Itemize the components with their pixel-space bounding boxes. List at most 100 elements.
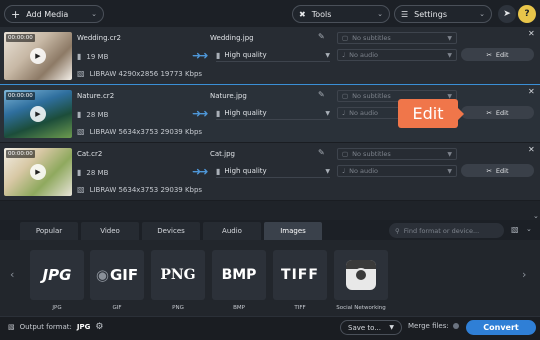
tab-images[interactable]: Images <box>264 222 322 240</box>
subtitles-label: No subtitles <box>352 92 391 100</box>
add-media-button[interactable]: + Add Media ⌄ <box>4 5 104 23</box>
save-to-button[interactable]: Save to... ▼ <box>340 320 402 335</box>
convert-arrows-icon: ➜➜ <box>192 49 209 62</box>
tools-button[interactable]: ✖ Tools ⌄ <box>292 5 390 23</box>
convert-button[interactable]: Convert <box>466 320 536 335</box>
share-button[interactable]: ➤ <box>498 5 516 23</box>
format-jpg[interactable]: JPG <box>30 250 84 300</box>
format-label: Social Networking <box>336 305 386 311</box>
output-format-indicator: ▧ Output format: JPG ⚙ <box>8 322 103 332</box>
audio-select[interactable]: ♩No audio ▼ <box>337 49 457 61</box>
file-list-empty-area <box>0 201 540 220</box>
file-row-wedding[interactable]: 00:00:00 ▶ Wedding.cr2 ▮ 19 MB ▧ LIBRAW 42… <box>0 27 540 85</box>
quality-label: High quality <box>224 109 267 117</box>
chevron-right-icon[interactable]: › <box>522 268 526 281</box>
format-png[interactable]: PNG <box>151 250 205 300</box>
quality-select[interactable]: ▮ High quality ▼ <box>216 107 330 120</box>
gif-logo: GIF <box>109 266 139 284</box>
chevron-down-icon: ▼ <box>447 34 452 42</box>
thumbnail-wedding[interactable]: 00:00:00 ▶ <box>4 32 72 80</box>
quality-label: High quality <box>224 51 267 59</box>
audio-select[interactable]: ♩No audio ▼ <box>337 165 457 177</box>
edit-button[interactable]: ✂ Edit <box>461 106 534 119</box>
chevron-down-icon: ▼ <box>325 167 330 175</box>
png-logo: PNG <box>160 267 196 283</box>
tab-popular[interactable]: Popular <box>20 222 78 240</box>
play-icon[interactable]: ▶ <box>30 48 46 64</box>
output-format-label: Output format: <box>19 323 72 331</box>
tab-label: Images <box>280 227 306 235</box>
add-media-label: Add Media <box>26 9 69 19</box>
convert-arrows-icon: ➜➜ <box>192 107 209 120</box>
audio-label: No audio <box>349 167 378 175</box>
tab-video[interactable]: Video <box>81 222 139 240</box>
collapse-chevron-icon[interactable]: ⌄ <box>533 212 539 220</box>
thumbnail-nature[interactable]: 00:00:00 ▶ <box>4 90 72 138</box>
tab-devices[interactable]: Devices <box>142 222 200 240</box>
subtitles-icon: ▢ <box>342 150 349 158</box>
remove-file-icon[interactable]: ✕ <box>528 87 535 96</box>
subtitles-select[interactable]: ▢ No subtitles ▼ <box>337 148 457 160</box>
save-to-label: Save to... <box>348 323 381 332</box>
timecode-label: 00:00:00 <box>6 92 35 100</box>
play-icon[interactable]: ▶ <box>30 164 46 180</box>
device-detect-icon[interactable]: ▧ <box>511 225 519 234</box>
gif-globe-icon: ◉ <box>95 266 109 284</box>
subtitles-select[interactable]: ▢ No subtitles ▼ <box>337 32 457 44</box>
audio-label: No audio <box>349 51 378 59</box>
speaker-icon: ♩ <box>342 167 346 175</box>
tab-label: Popular <box>35 227 63 235</box>
help-button[interactable]: ? <box>518 5 536 23</box>
format-label: GIF <box>112 305 122 311</box>
tools-icon: ✖ <box>299 9 306 19</box>
chevron-left-icon[interactable]: ‹ <box>10 268 14 281</box>
edit-button[interactable]: ✂ Edit <box>461 48 534 61</box>
remove-file-icon[interactable]: ✕ <box>528 145 535 154</box>
format-gif[interactable]: ◉ GIF <box>90 250 144 300</box>
tab-audio[interactable]: Audio <box>203 222 261 240</box>
subtitles-icon: ▢ <box>342 92 349 100</box>
convert-label: Convert <box>483 323 519 332</box>
merge-files-toggle[interactable]: Merge files: <box>408 322 459 330</box>
rename-pencil-icon[interactable]: ✎ <box>318 90 325 99</box>
timecode-label: 00:00:00 <box>6 34 35 42</box>
format-tiff[interactable]: TIFF <box>273 250 327 300</box>
settings-button[interactable]: ☰ Settings ⌄ <box>394 5 492 23</box>
search-placeholder: Find format or device... <box>403 226 480 235</box>
output-filename[interactable]: Nature.jpg <box>210 92 247 100</box>
edit-button[interactable]: ✂ Edit <box>461 164 534 177</box>
chevron-down-icon: ⌄ <box>479 10 485 18</box>
help-icon: ? <box>524 9 530 19</box>
format-bmp[interactable]: BMP <box>212 250 266 300</box>
format-label: PNG <box>172 305 184 311</box>
chevron-down-icon[interactable]: ⌄ <box>526 225 532 233</box>
output-filename[interactable]: Cat.jpg <box>210 150 235 158</box>
remove-file-icon[interactable]: ✕ <box>528 29 535 38</box>
thumbnail-cat[interactable]: 00:00:00 ▶ <box>4 148 72 196</box>
quality-select[interactable]: ▮ High quality ▼ <box>216 49 330 62</box>
audio-label: No audio <box>349 109 378 117</box>
quality-select[interactable]: ▮ High quality ▼ <box>216 165 330 178</box>
bmp-logo: BMP <box>221 267 257 283</box>
scissors-icon: ✂ <box>486 166 492 175</box>
play-icon[interactable]: ▶ <box>30 106 46 122</box>
file-row-cat[interactable]: 00:00:00 ▶ Cat.cr2 ▮ 28 MB ▧ LIBRAW 5634x3… <box>0 143 540 201</box>
gear-icon[interactable]: ⚙ <box>95 322 103 332</box>
source-filename: Nature.cr2 <box>77 92 115 100</box>
edit-label: Edit <box>495 50 509 59</box>
output-filename[interactable]: Wedding.jpg <box>210 34 254 42</box>
toggle-dot-icon[interactable] <box>452 323 459 329</box>
film-icon: ▧ <box>77 127 85 136</box>
chevron-down-icon: ⌄ <box>91 10 97 18</box>
chevron-down-icon: ▼ <box>389 324 394 331</box>
tab-label: Video <box>100 227 120 235</box>
file-icon: ▮ <box>77 110 82 119</box>
chevron-down-icon: ▼ <box>325 51 330 59</box>
speaker-icon: ♩ <box>342 109 346 117</box>
format-search-input[interactable]: ⚲ Find format or device... <box>389 223 504 238</box>
file-info: LIBRAW 4290x2856 19773 Kbps <box>89 69 203 78</box>
rename-pencil-icon[interactable]: ✎ <box>318 148 325 157</box>
rename-pencil-icon[interactable]: ✎ <box>318 32 325 41</box>
source-filename: Wedding.cr2 <box>77 34 121 42</box>
format-social-networking[interactable] <box>334 250 388 300</box>
